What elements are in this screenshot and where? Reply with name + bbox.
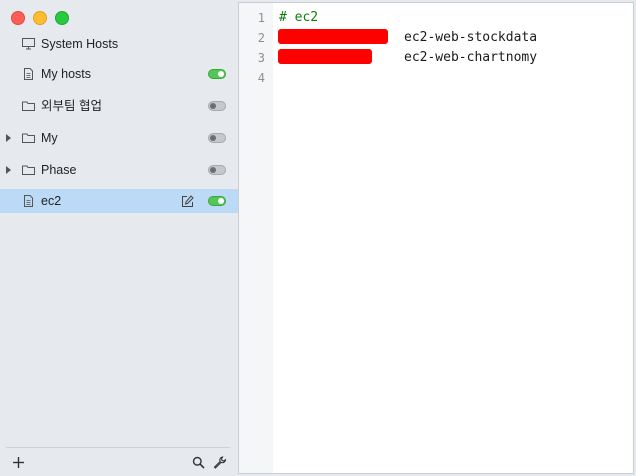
code-line-hostname[interactable]: ec2-web-stockdata — [404, 28, 537, 48]
toggle-knob — [218, 198, 224, 204]
sidebar-item-phase[interactable]: Phase — [0, 158, 238, 182]
sidebar-item-my[interactable]: My — [0, 126, 238, 150]
hosts-toggle[interactable] — [208, 165, 226, 175]
monitor-icon — [22, 38, 35, 50]
code-line-comment[interactable]: # ec2 — [279, 8, 318, 28]
hosts-editor[interactable]: 1 2 3 4 # ec2 ec2-web-stockdata ec2-web-… — [238, 2, 634, 474]
toggle-knob — [210, 135, 216, 141]
line-number: 2 — [257, 31, 265, 45]
expand-arrow-icon[interactable] — [6, 134, 11, 142]
divider — [6, 447, 230, 448]
sidebar-item-label: My hosts — [41, 67, 92, 81]
expand-arrow-icon[interactable] — [6, 166, 11, 174]
sidebar-item-my-hosts[interactable]: My hosts — [0, 62, 238, 86]
plus-icon[interactable] — [12, 456, 25, 469]
sidebar: System Hosts My hosts 외부팀 협업 My Phase ec… — [0, 0, 238, 476]
sidebar-item-label: ec2 — [41, 194, 62, 208]
sidebar-item-label: 외부팀 협업 — [41, 99, 102, 113]
search-icon[interactable] — [192, 456, 205, 469]
minimize-window-button[interactable] — [33, 11, 47, 25]
redacted-ip — [278, 49, 372, 64]
wrench-icon[interactable] — [213, 456, 226, 469]
document-icon — [24, 68, 33, 80]
code-line-hostname[interactable]: ec2-web-chartnomy — [404, 48, 537, 68]
sidebar-item-ec2[interactable]: ec2 — [0, 189, 238, 213]
sidebar-toolbar — [0, 447, 238, 476]
folder-icon — [22, 101, 35, 111]
window-controls — [11, 11, 69, 25]
hosts-toggle[interactable] — [208, 101, 226, 111]
sidebar-item-system-hosts[interactable]: System Hosts — [0, 32, 238, 56]
sidebar-item-label: Phase — [41, 163, 77, 177]
toggle-knob — [210, 167, 216, 173]
hosts-toggle[interactable] — [208, 196, 226, 206]
edit-icon[interactable] — [181, 195, 194, 208]
line-number: 1 — [257, 11, 265, 25]
redacted-ip — [278, 29, 388, 44]
close-window-button[interactable] — [11, 11, 25, 25]
hosts-toggle[interactable] — [208, 69, 226, 79]
line-number-gutter: 1 2 3 4 — [239, 3, 273, 473]
document-icon — [24, 195, 33, 207]
toggle-knob — [218, 71, 224, 77]
zoom-window-button[interactable] — [55, 11, 69, 25]
sidebar-item-external-team[interactable]: 외부팀 협업 — [0, 94, 238, 118]
sidebar-item-label: System Hosts — [41, 37, 119, 51]
line-number: 4 — [257, 71, 265, 85]
sidebar-item-label: My — [41, 131, 58, 145]
folder-icon — [22, 133, 35, 143]
toggle-knob — [210, 103, 216, 109]
folder-icon — [22, 165, 35, 175]
hosts-toggle[interactable] — [208, 133, 226, 143]
line-number: 3 — [257, 51, 265, 65]
